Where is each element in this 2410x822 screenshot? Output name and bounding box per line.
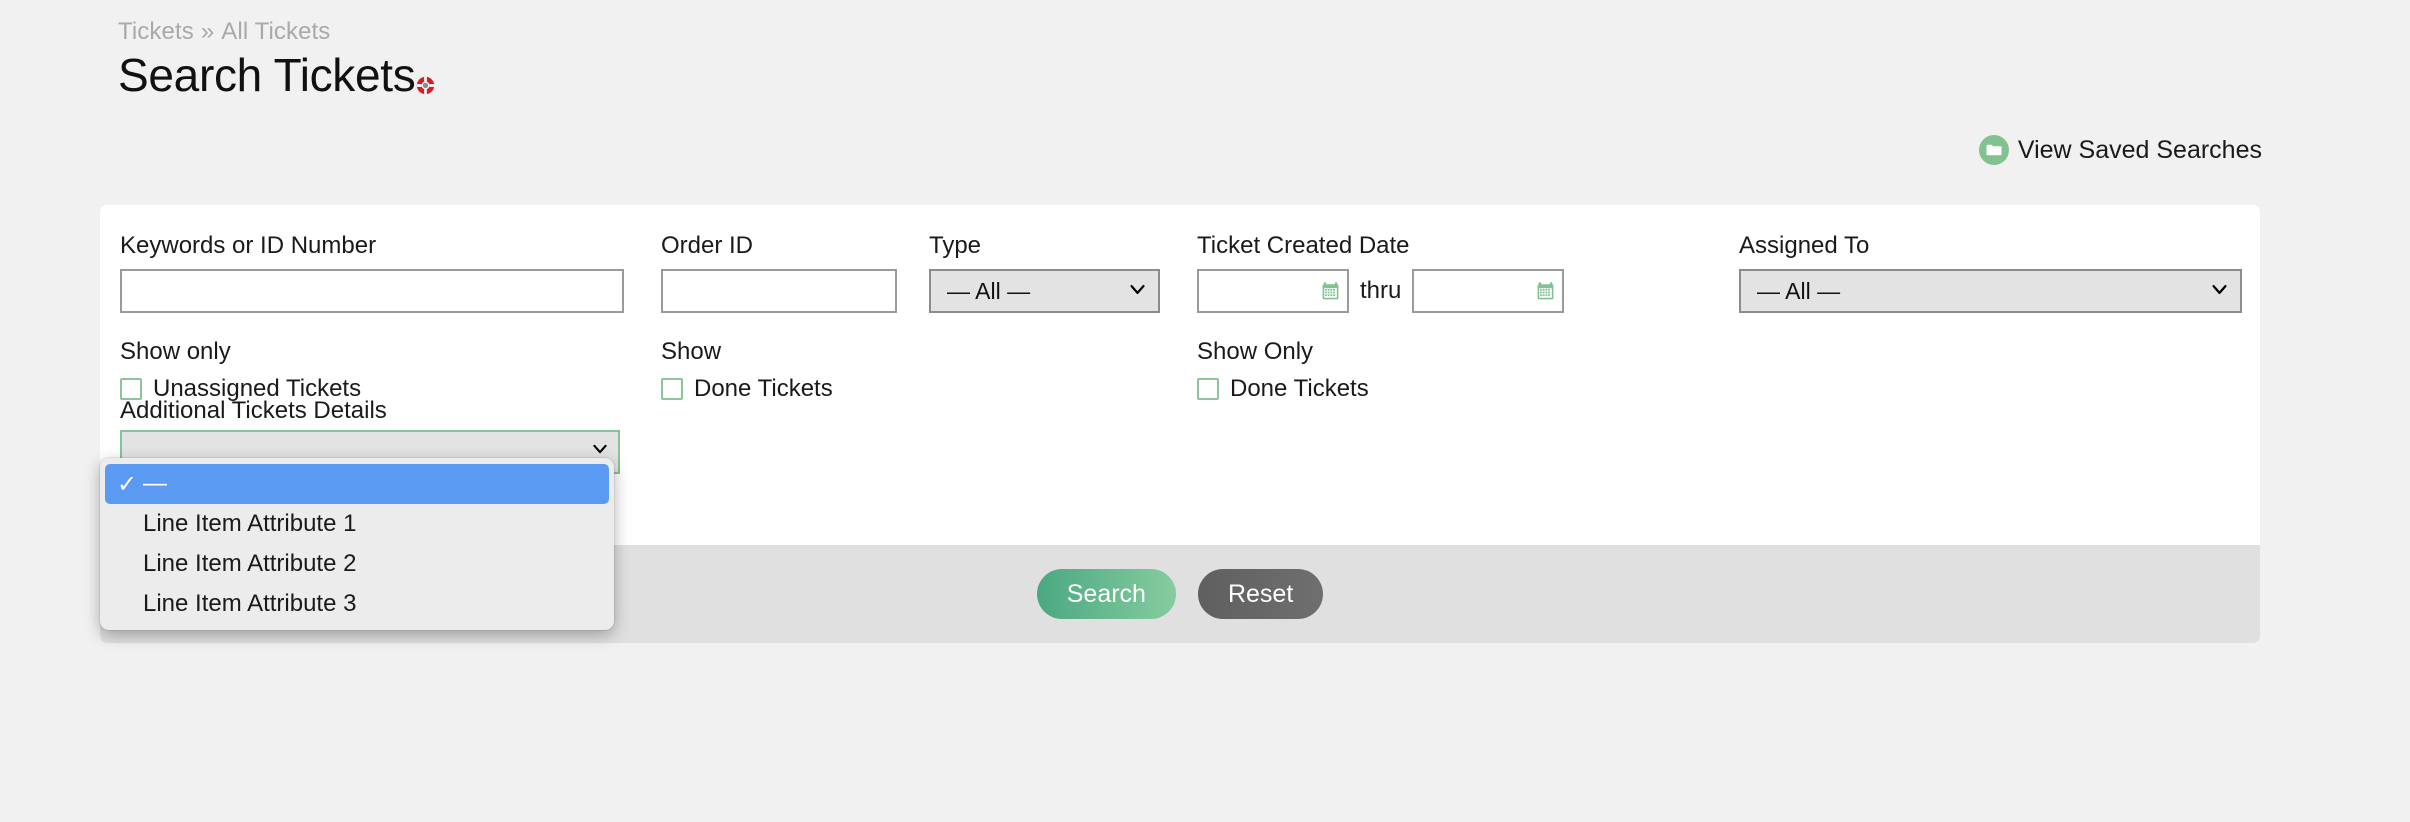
breadcrumb-link-tickets[interactable]: Tickets bbox=[118, 18, 194, 45]
unassigned-group-label: Show only bbox=[120, 338, 231, 365]
dropdown-option[interactable]: Line Item Attribute 3 bbox=[105, 584, 609, 624]
chevron-down-icon bbox=[1129, 281, 1146, 302]
check-icon: ✓ bbox=[117, 470, 138, 498]
additional-details-dropdown[interactable]: ✓ — Line Item Attribute 1 Line Item Attr… bbox=[100, 458, 614, 630]
show-done-checkbox-row[interactable]: Done Tickets bbox=[661, 375, 833, 403]
breadcrumb-separator: » bbox=[200, 18, 215, 45]
folder-icon bbox=[1978, 135, 2009, 165]
dropdown-option[interactable]: Line Item Attribute 1 bbox=[105, 504, 609, 544]
field-ticket-created-date: Ticket Created Date thru bbox=[1197, 232, 1565, 313]
keywords-label: Keywords or ID Number bbox=[120, 232, 377, 259]
lifebuoy-icon[interactable] bbox=[416, 76, 435, 95]
field-additional-details: Additional Tickets Details bbox=[120, 397, 630, 474]
field-keywords: Keywords or ID Number bbox=[120, 232, 624, 313]
field-show-only-done: Show Only Done Tickets bbox=[1197, 338, 1369, 403]
assigned-to-select[interactable]: — All — bbox=[1739, 269, 2242, 313]
show-only-done-tickets-label: Done Tickets bbox=[1230, 375, 1369, 402]
field-type: Type — All — bbox=[929, 232, 1160, 313]
field-unassigned: Show only Unassigned Tickets bbox=[120, 338, 361, 403]
additional-details-label: Additional Tickets Details bbox=[120, 397, 387, 424]
reset-button[interactable]: Reset bbox=[1197, 569, 1324, 619]
type-select-value: — All — bbox=[947, 277, 1031, 304]
order-id-input[interactable] bbox=[661, 269, 897, 313]
show-only-done-tickets-checkbox[interactable] bbox=[1197, 378, 1219, 400]
date-range-row: thru bbox=[1197, 269, 1565, 313]
page-title-container: Search Tickets bbox=[118, 52, 435, 98]
thru-label: thru bbox=[1360, 277, 1402, 304]
date-to-input[interactable] bbox=[1412, 269, 1565, 313]
breadcrumb-link-all-tickets[interactable]: All Tickets bbox=[221, 18, 330, 45]
type-select[interactable]: — All — bbox=[929, 269, 1160, 313]
dropdown-option-label: Line Item Attribute 2 bbox=[143, 550, 357, 577]
show-only-done-group-label: Show Only bbox=[1197, 338, 1314, 365]
show-done-group-label: Show bbox=[661, 338, 722, 365]
ticket-created-date-label: Ticket Created Date bbox=[1197, 232, 1410, 259]
dropdown-option[interactable]: ✓ — bbox=[105, 464, 609, 504]
chevron-down-icon bbox=[2211, 281, 2228, 302]
dropdown-option-label: — bbox=[143, 470, 167, 497]
breadcrumb: Tickets» All Tickets bbox=[118, 18, 330, 46]
search-button[interactable]: Search bbox=[1036, 569, 1176, 619]
assigned-to-label: Assigned To bbox=[1739, 232, 1870, 259]
dropdown-option[interactable]: Line Item Attribute 2 bbox=[105, 544, 609, 584]
type-label: Type bbox=[929, 232, 982, 259]
page-title: Search Tickets bbox=[118, 49, 416, 101]
field-assigned-to: Assigned To — All — bbox=[1739, 232, 2242, 313]
assigned-to-select-value: — All — bbox=[1757, 277, 1841, 304]
field-show-done: Show Done Tickets bbox=[661, 338, 833, 403]
date-to-wrapper bbox=[1412, 269, 1565, 313]
view-saved-searches-button[interactable]: View Saved Searches bbox=[1978, 135, 2262, 165]
date-from-input[interactable] bbox=[1197, 269, 1349, 313]
order-id-label: Order ID bbox=[661, 232, 754, 259]
show-done-tickets-label: Done Tickets bbox=[694, 375, 833, 402]
show-only-done-checkbox-row[interactable]: Done Tickets bbox=[1197, 375, 1369, 403]
view-saved-searches-label: View Saved Searches bbox=[2017, 135, 2262, 164]
keywords-input[interactable] bbox=[120, 269, 624, 313]
dropdown-option-label: Line Item Attribute 3 bbox=[143, 590, 357, 617]
field-order-id: Order ID bbox=[661, 232, 897, 313]
show-done-tickets-checkbox[interactable] bbox=[661, 378, 683, 400]
dropdown-option-label: Line Item Attribute 1 bbox=[143, 510, 357, 537]
date-from-wrapper bbox=[1197, 269, 1349, 313]
